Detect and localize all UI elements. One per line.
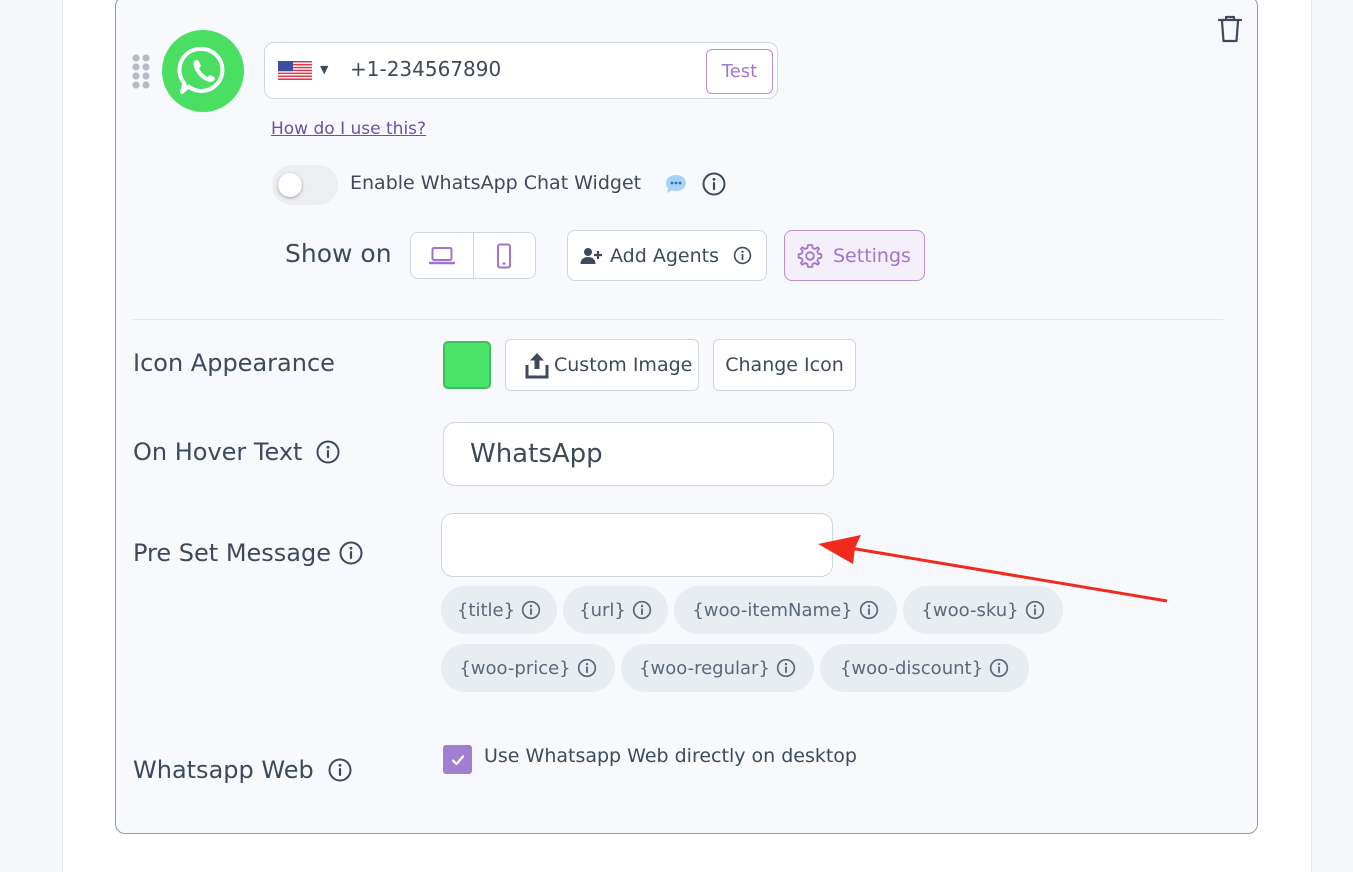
tag-chip-woo-price[interactable]: {woo-price} xyxy=(441,644,615,692)
device-selector xyxy=(410,232,536,279)
info-icon[interactable] xyxy=(1025,600,1045,620)
change-icon-button[interactable]: Change Icon xyxy=(713,339,856,391)
info-icon[interactable] xyxy=(521,600,541,620)
chevron-down-icon[interactable]: ▼ xyxy=(320,63,328,76)
tag-chip-label: {url} xyxy=(579,599,626,621)
info-icon[interactable] xyxy=(989,658,1009,678)
desktop-toggle-button[interactable] xyxy=(411,233,473,278)
tag-chip-url[interactable]: {url} xyxy=(563,586,668,634)
custom-image-label: Custom Image xyxy=(554,354,693,376)
whatsapp-web-label: Whatsapp Web xyxy=(133,756,314,784)
drag-icon xyxy=(132,54,150,89)
tag-chip-label: {woo-regular} xyxy=(639,657,770,679)
icon-color-picker[interactable] xyxy=(443,341,491,389)
icon-appearance-label: Icon Appearance xyxy=(133,349,335,377)
tag-chip-woo-regular[interactable]: {woo-regular} xyxy=(621,644,814,692)
test-button[interactable]: Test xyxy=(706,49,773,94)
info-icon[interactable] xyxy=(577,658,597,678)
add-agents-button[interactable]: Add Agents xyxy=(567,230,767,281)
tag-chip-label: {title} xyxy=(456,599,516,621)
hover-text-row-label: On Hover Text xyxy=(133,438,340,466)
tag-chip-label: {woo-itemName} xyxy=(692,599,853,621)
tag-chip-label: {woo-sku} xyxy=(921,599,1019,621)
custom-image-button[interactable]: Custom Image xyxy=(505,339,699,391)
enable-widget-toggle[interactable] xyxy=(272,165,338,205)
tag-chip-woo-itemname[interactable]: {woo-itemName} xyxy=(674,586,897,634)
info-icon[interactable] xyxy=(328,758,352,782)
checkmark-icon xyxy=(451,754,464,765)
trash-icon xyxy=(1217,15,1243,43)
whatsapp-web-checkbox[interactable] xyxy=(443,745,472,774)
info-icon[interactable] xyxy=(339,541,363,565)
icon-appearance-text: Icon Appearance xyxy=(133,349,335,377)
chat-bubble-icon xyxy=(664,173,688,195)
info-icon[interactable] xyxy=(859,600,879,620)
show-on-label: Show on xyxy=(285,239,392,268)
tag-chip-label: {woo-price} xyxy=(459,657,571,679)
tag-chip-woo-discount[interactable]: {woo-discount} xyxy=(820,644,1029,692)
info-icon[interactable] xyxy=(316,440,340,464)
mobile-toggle-button[interactable] xyxy=(472,233,536,278)
hover-text-input[interactable]: WhatsApp xyxy=(443,422,834,486)
phone-number-value[interactable]: +1-234567890 xyxy=(350,57,501,81)
preset-message-label: Pre Set Message xyxy=(133,539,332,567)
preset-message-row-label: Pre Set Message xyxy=(133,539,363,567)
add-agents-label: Add Agents xyxy=(610,244,719,267)
upload-icon xyxy=(525,353,549,379)
tag-chip-label: {woo-discount} xyxy=(839,657,984,679)
add-user-icon xyxy=(580,247,602,264)
settings-label: Settings xyxy=(833,244,911,267)
how-to-use-link[interactable]: How do I use this? xyxy=(271,119,426,139)
settings-button[interactable]: Settings xyxy=(784,230,925,281)
toggle-knob xyxy=(278,173,302,197)
info-icon[interactable] xyxy=(733,246,752,265)
phone-number-field[interactable] xyxy=(264,42,778,99)
whatsapp-logo xyxy=(162,30,244,112)
mobile-icon xyxy=(497,243,512,268)
tag-chip-title[interactable]: {title} xyxy=(441,586,557,634)
whatsapp-icon xyxy=(177,46,225,94)
tag-chip-woo-sku[interactable]: {woo-sku} xyxy=(903,586,1063,634)
delete-channel-button[interactable] xyxy=(1216,14,1244,44)
country-flag-selector[interactable] xyxy=(278,61,312,80)
section-divider xyxy=(133,319,1223,320)
gear-icon xyxy=(797,243,823,268)
whatsapp-web-row-label: Whatsapp Web xyxy=(133,756,352,784)
drag-handle[interactable] xyxy=(131,54,151,90)
us-flag-icon xyxy=(278,61,312,80)
whatsapp-web-checkbox-label: Use Whatsapp Web directly on desktop xyxy=(484,745,857,767)
widget-info-icon[interactable] xyxy=(702,172,726,200)
info-icon[interactable] xyxy=(776,658,796,678)
enable-widget-label: Enable WhatsApp Chat Widget xyxy=(350,172,642,194)
info-icon[interactable] xyxy=(632,600,652,620)
preset-message-input[interactable] xyxy=(441,513,833,577)
desktop-icon xyxy=(428,246,455,264)
hover-text-label: On Hover Text xyxy=(133,438,303,466)
